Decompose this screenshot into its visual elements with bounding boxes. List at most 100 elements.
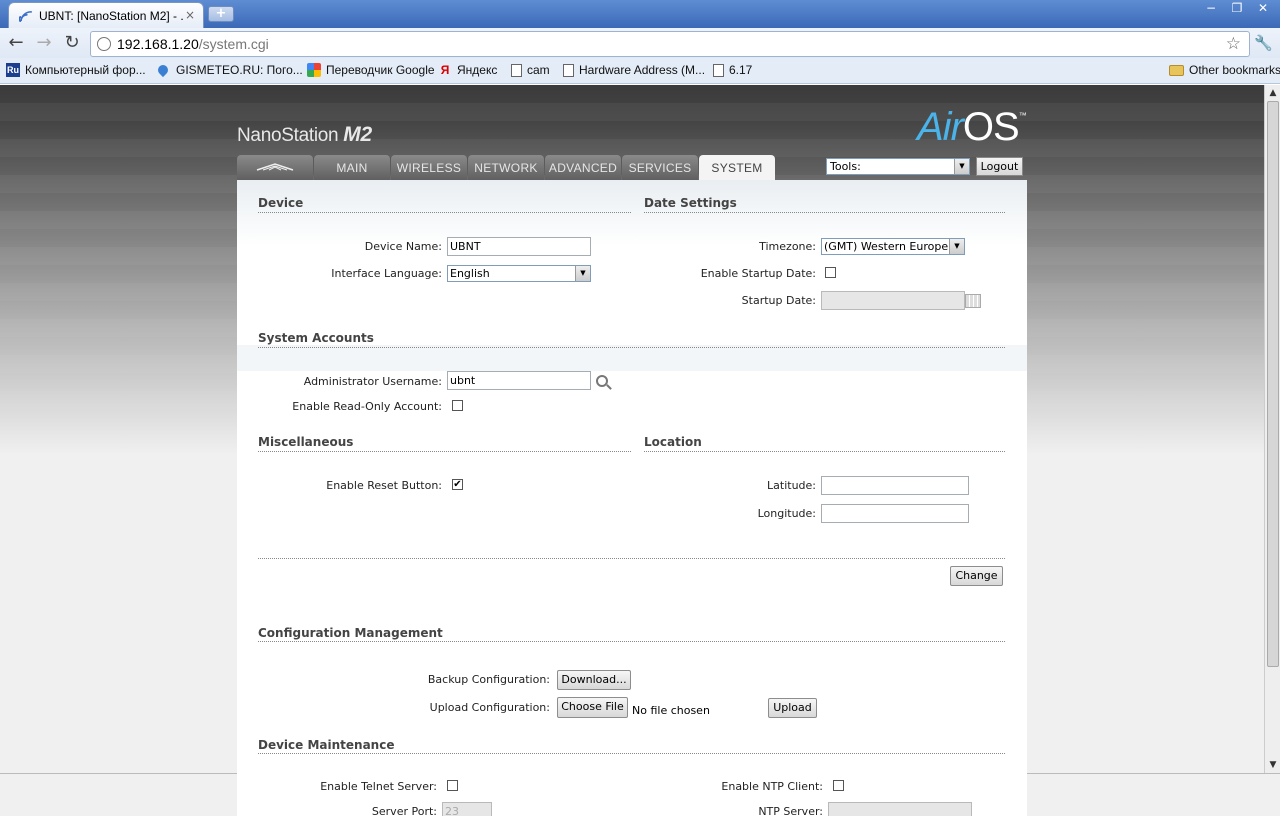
tab-network[interactable]: NETWORK	[468, 155, 544, 181]
ntp-client-checkbox[interactable]	[833, 780, 844, 791]
startup-date-label: Startup Date:	[741, 294, 816, 307]
bookmark-item[interactable]: Hardware Address (M...	[563, 63, 705, 77]
read-only-account-checkbox[interactable]	[452, 400, 463, 411]
window-controls: − ❐ ✕	[1198, 0, 1276, 18]
bookmarks-bar: Ru Компьютерный фор... GISMETEO.RU: Пого.…	[0, 58, 1280, 84]
device-name-label: Device Name:	[364, 240, 442, 253]
tab-main[interactable]: MAIN	[314, 155, 390, 181]
server-port-input[interactable]: 23	[442, 802, 492, 816]
section-heading-device-maintenance: Device Maintenance	[258, 738, 395, 752]
enable-startup-date-checkbox[interactable]	[825, 267, 836, 278]
chevron-down-icon: ▼	[949, 239, 964, 254]
browser-titlebar: UBNT: [NanoStation M2] - ... × + − ❐ ✕	[0, 0, 1280, 28]
telnet-server-checkbox[interactable]	[447, 780, 458, 791]
logout-button[interactable]: Logout	[976, 157, 1023, 176]
bookmark-item[interactable]: GISMETEO.RU: Пого...	[155, 62, 303, 78]
bookmark-item[interactable]: cam	[511, 63, 550, 77]
bookmark-item[interactable]: 6.17	[713, 63, 752, 77]
longitude-label: Longitude:	[757, 507, 816, 520]
ntp-client-label: Enable NTP Client:	[721, 780, 823, 793]
latitude-input[interactable]	[821, 476, 969, 495]
scroll-up-icon[interactable]: ▲	[1267, 87, 1279, 99]
section-heading-system-accounts: System Accounts	[258, 331, 374, 345]
close-window-icon[interactable]: ✕	[1250, 0, 1276, 18]
tab-ubnt-logo[interactable]	[237, 155, 313, 181]
tab-title: UBNT: [NanoStation M2] - ...	[39, 8, 183, 23]
forward-icon[interactable]: →	[33, 33, 55, 55]
section-heading-config-management: Configuration Management	[258, 626, 443, 640]
interface-language-select[interactable]: English ▼	[447, 265, 591, 282]
timezone-select[interactable]: (GMT) Western Europe T ▼	[821, 238, 965, 255]
bookmark-item[interactable]: Я Яндекс	[438, 63, 498, 77]
interface-language-label: Interface Language:	[331, 267, 442, 280]
google-icon	[307, 63, 321, 77]
folder-icon	[1169, 64, 1184, 76]
upload-config-label: Upload Configuration:	[429, 701, 550, 714]
browser-tab[interactable]: UBNT: [NanoStation M2] - ... ×	[8, 2, 204, 28]
section-heading-location: Location	[644, 435, 702, 449]
maintenance-continued: Enable Telnet Server: Server Port: 23 En…	[237, 773, 1027, 816]
tab-wireless[interactable]: WIRELESS	[391, 155, 467, 181]
tab-services[interactable]: SERVICES	[622, 155, 698, 181]
latitude-label: Latitude:	[767, 479, 816, 492]
page-viewport: NanoStation M2 AirOS™ MAIN WIRELESS NETW…	[0, 85, 1264, 773]
choose-file-button[interactable]: Choose File	[557, 697, 628, 718]
bookmark-item[interactable]: Переводчик Google	[307, 63, 435, 77]
yandex-icon: Я	[440, 63, 450, 77]
enable-startup-date-label: Enable Startup Date:	[700, 267, 816, 280]
chevron-down-icon: ▼	[575, 266, 590, 281]
main-nav: MAIN WIRELESS NETWORK ADVANCED SERVICES …	[237, 155, 776, 182]
maximize-icon[interactable]: ❐	[1224, 0, 1250, 18]
startup-date-input[interactable]	[821, 291, 965, 310]
wrench-menu-icon[interactable]: 🔧	[1254, 34, 1273, 52]
magnifier-icon[interactable]	[596, 375, 608, 387]
nanostation-logo: NanoStation M2	[237, 123, 372, 146]
browser-toolbar: ← → ↻ 192.168.1.20/system.cgi ☆	[0, 28, 1280, 58]
ru-icon: Ru	[6, 63, 20, 77]
page-icon	[511, 63, 522, 77]
drop-icon	[155, 62, 171, 78]
chevron-down-icon: ▼	[954, 159, 969, 174]
address-bar[interactable]: 192.168.1.20/system.cgi ☆	[90, 31, 1250, 57]
device-name-input[interactable]: UBNT	[447, 237, 591, 256]
bookmark-star-icon[interactable]: ☆	[1226, 34, 1241, 54]
tab-system[interactable]: SYSTEM	[699, 155, 775, 182]
system-panel: Device Date Settings Device Name: UBNT I…	[237, 180, 1027, 773]
minimize-icon[interactable]: −	[1198, 0, 1224, 18]
read-only-account-label: Enable Read-Only Account:	[292, 400, 442, 413]
no-file-chosen-text: No file chosen	[632, 704, 710, 717]
server-port-label: Server Port:	[371, 805, 437, 816]
tab-advanced[interactable]: ADVANCED	[545, 155, 621, 181]
page-icon	[563, 63, 574, 77]
tools-select[interactable]: Tools: ▼	[826, 158, 970, 175]
section-heading-date-settings: Date Settings	[644, 196, 737, 210]
ubiquiti-logo-icon	[256, 163, 294, 171]
back-icon[interactable]: ←	[5, 33, 27, 55]
ntp-server-label: NTP Server:	[758, 805, 823, 816]
longitude-input[interactable]	[821, 504, 969, 523]
url-text: 192.168.1.20/system.cgi	[117, 36, 269, 52]
section-heading-device: Device	[258, 196, 304, 210]
change-button[interactable]: Change	[950, 566, 1003, 586]
download-button[interactable]: Download...	[557, 670, 631, 690]
bookmark-item[interactable]: Ru Компьютерный фор...	[6, 63, 146, 77]
upload-button[interactable]: Upload	[768, 698, 817, 718]
other-bookmarks[interactable]: Other bookmarks	[1169, 63, 1280, 77]
reset-button-checkbox[interactable]: ✔	[452, 479, 463, 490]
vertical-scrollbar[interactable]: ▲ ▼	[1264, 85, 1280, 773]
reload-icon[interactable]: ↻	[61, 33, 83, 55]
calendar-icon[interactable]	[965, 294, 981, 308]
telnet-server-label: Enable Telnet Server:	[320, 780, 437, 793]
admin-username-label: Administrator Username:	[303, 375, 442, 388]
scroll-down-icon[interactable]: ▼	[1267, 759, 1279, 771]
page-icon	[713, 63, 724, 77]
signal-favicon-icon	[19, 10, 32, 22]
reset-button-label: Enable Reset Button:	[326, 479, 442, 492]
backup-config-label: Backup Configuration:	[427, 673, 550, 686]
ntp-server-input[interactable]	[828, 802, 972, 816]
new-tab-button[interactable]: +	[208, 6, 234, 22]
airos-logo: AirOS™	[917, 105, 1027, 149]
scrollbar-thumb[interactable]	[1267, 101, 1279, 667]
admin-username-input[interactable]: ubnt	[447, 371, 591, 390]
tab-close-icon[interactable]: ×	[185, 8, 195, 22]
